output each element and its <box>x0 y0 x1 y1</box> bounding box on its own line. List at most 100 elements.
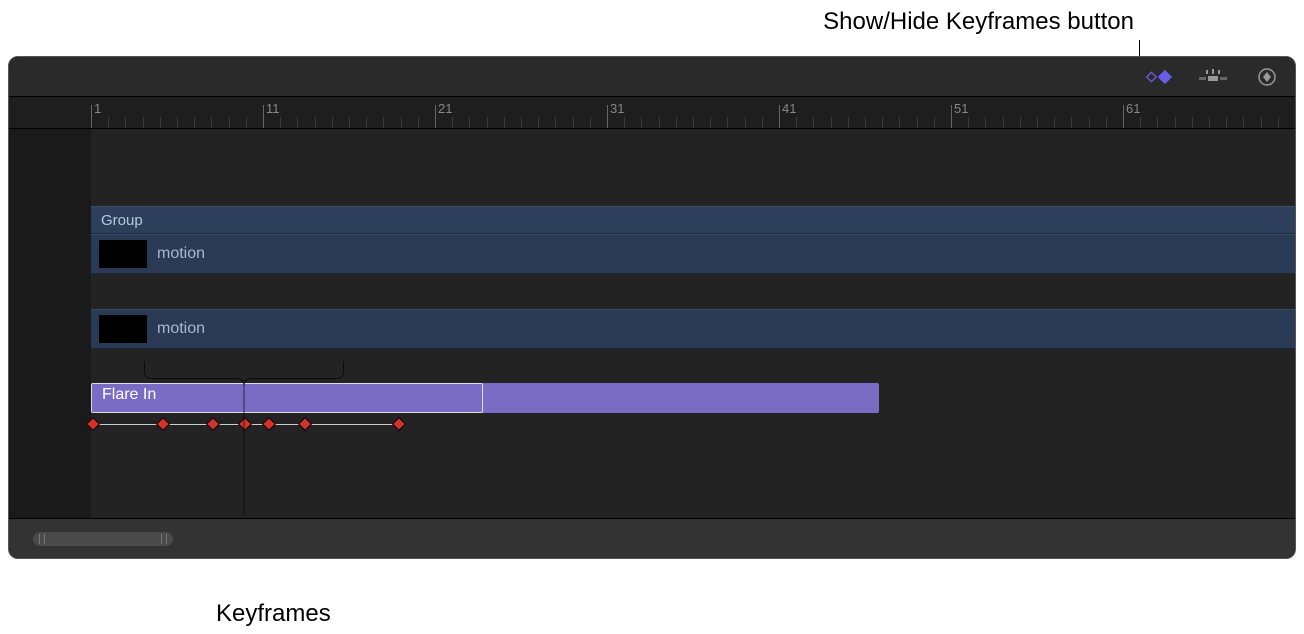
clip-label: motion <box>157 245 205 263</box>
ruler-tick-minor <box>1140 117 1141 128</box>
clip-thumbnail <box>99 315 147 343</box>
ruler-tick-minor <box>1175 117 1176 128</box>
timeline-panel: 1112131415161 Group motion motion Flare … <box>8 56 1296 559</box>
ruler-tick-minor <box>211 117 212 128</box>
group-label: Group <box>101 212 143 229</box>
ruler-tick-minor <box>676 117 677 128</box>
ruler-tick-minor <box>538 117 539 128</box>
annotation-top: Show/Hide Keyframes button <box>823 8 1134 36</box>
behavior-selection[interactable]: Flare In <box>91 383 483 413</box>
timeline-footer <box>9 518 1295 558</box>
ruler-tick-minor <box>469 117 470 128</box>
ruler-tick-major <box>435 105 436 128</box>
keyframe-diamond[interactable] <box>392 417 406 431</box>
ruler-tick-minor <box>848 117 849 128</box>
ruler-tick-minor <box>1243 117 1244 128</box>
ruler-label: 51 <box>954 101 968 116</box>
clip-track-1[interactable]: motion <box>91 234 1295 274</box>
timeline-toolbar <box>9 57 1295 97</box>
ruler-tick-minor <box>332 117 333 128</box>
timeline-ruler[interactable]: 1112131415161 <box>9 97 1295 129</box>
ruler-tick-minor <box>624 117 625 128</box>
keyframe-diamond[interactable] <box>262 417 276 431</box>
ruler-tick-minor <box>1261 117 1262 128</box>
ruler-tick-minor <box>401 117 402 128</box>
clip-track-2[interactable]: motion <box>91 309 1295 349</box>
behavior-track: Flare In <box>91 383 1295 431</box>
ruler-tick-minor <box>1020 117 1021 128</box>
ruler-tick-major <box>1123 105 1124 128</box>
ruler-label: 11 <box>266 101 280 116</box>
ruler-tick-minor <box>383 117 384 128</box>
ruler-tick-minor <box>194 117 195 128</box>
ruler-tick-minor <box>710 117 711 128</box>
keyframe-diamond[interactable] <box>298 417 312 431</box>
ruler-tick-minor <box>555 117 556 128</box>
keyframe-diamond[interactable] <box>206 417 220 431</box>
ruler-tick-minor <box>504 117 505 128</box>
ruler-label: 31 <box>610 101 624 116</box>
ruler-tick-minor <box>229 117 230 128</box>
ruler-tick-minor <box>1054 117 1055 128</box>
ruler-tick-minor <box>1037 117 1038 128</box>
ruler-tick-minor <box>796 117 797 128</box>
ruler-tick-minor <box>934 117 935 128</box>
ruler-tick-minor <box>968 117 969 128</box>
ruler-label: 61 <box>1126 101 1140 116</box>
show-hide-keyframes-button[interactable] <box>1143 65 1175 89</box>
keyframe-diamond[interactable] <box>238 417 252 431</box>
ruler-tick-minor <box>452 117 453 128</box>
ruler-tick-minor <box>366 117 367 128</box>
clip-thumbnail <box>99 240 147 268</box>
track-gutter <box>9 129 91 519</box>
ruler-tick-minor <box>882 117 883 128</box>
keyframe-diamond[interactable] <box>156 417 170 431</box>
zoom-to-fit-icon[interactable] <box>1251 65 1283 89</box>
ruler-tick-minor <box>315 117 316 128</box>
ruler-tick-major <box>263 105 264 128</box>
ruler-tick-minor <box>349 117 350 128</box>
ruler-tick-minor <box>246 117 247 128</box>
ruler-tick-major <box>779 105 780 128</box>
tracks-area: Group motion motion Flare In <box>9 129 1295 519</box>
ruler-tick-minor <box>745 117 746 128</box>
ruler-tick-minor <box>280 117 281 128</box>
ruler-tick-minor <box>177 117 178 128</box>
ruler-tick-minor <box>985 117 986 128</box>
ruler-tick-major <box>607 105 608 128</box>
group-header-track[interactable]: Group <box>91 206 1295 234</box>
ruler-tick-minor <box>1071 117 1072 128</box>
zoom-scroll-thumb[interactable] <box>33 532 173 546</box>
ruler-tick-minor <box>125 117 126 128</box>
ruler-label: 21 <box>438 101 452 116</box>
ruler-tick-minor <box>1192 117 1193 128</box>
ruler-tick-minor <box>108 117 109 128</box>
ruler-tick-minor <box>143 117 144 128</box>
ruler-tick-minor <box>831 117 832 128</box>
ruler-tick-minor <box>762 117 763 128</box>
keyframe-track <box>91 419 483 433</box>
ruler-tick-minor <box>917 117 918 128</box>
ruler-tick-minor <box>813 117 814 128</box>
ruler-tick-minor <box>899 117 900 128</box>
ruler-tick-minor <box>865 117 866 128</box>
ruler-tick-minor <box>160 117 161 128</box>
ruler-tick-minor <box>1106 117 1107 128</box>
ruler-tick-major <box>91 105 92 128</box>
ruler-tick-minor <box>521 117 522 128</box>
ruler-label: 41 <box>782 101 796 116</box>
annotation-bottom: Keyframes <box>216 600 331 628</box>
behavior-label: Flare In <box>102 386 156 404</box>
ruler-tick-minor <box>1226 117 1227 128</box>
ruler-tick-minor <box>487 117 488 128</box>
ruler-tick-minor <box>1278 117 1279 128</box>
ruler-tick-minor <box>693 117 694 128</box>
ruler-tick-minor <box>641 117 642 128</box>
ruler-tick-minor <box>1157 117 1158 128</box>
ruler-tick-minor <box>1003 117 1004 128</box>
ruler-tick-minor <box>1089 117 1090 128</box>
clip-label: motion <box>157 320 205 338</box>
ruler-tick-minor <box>659 117 660 128</box>
snapping-icon[interactable] <box>1197 65 1229 89</box>
ruler-tick-minor <box>727 117 728 128</box>
